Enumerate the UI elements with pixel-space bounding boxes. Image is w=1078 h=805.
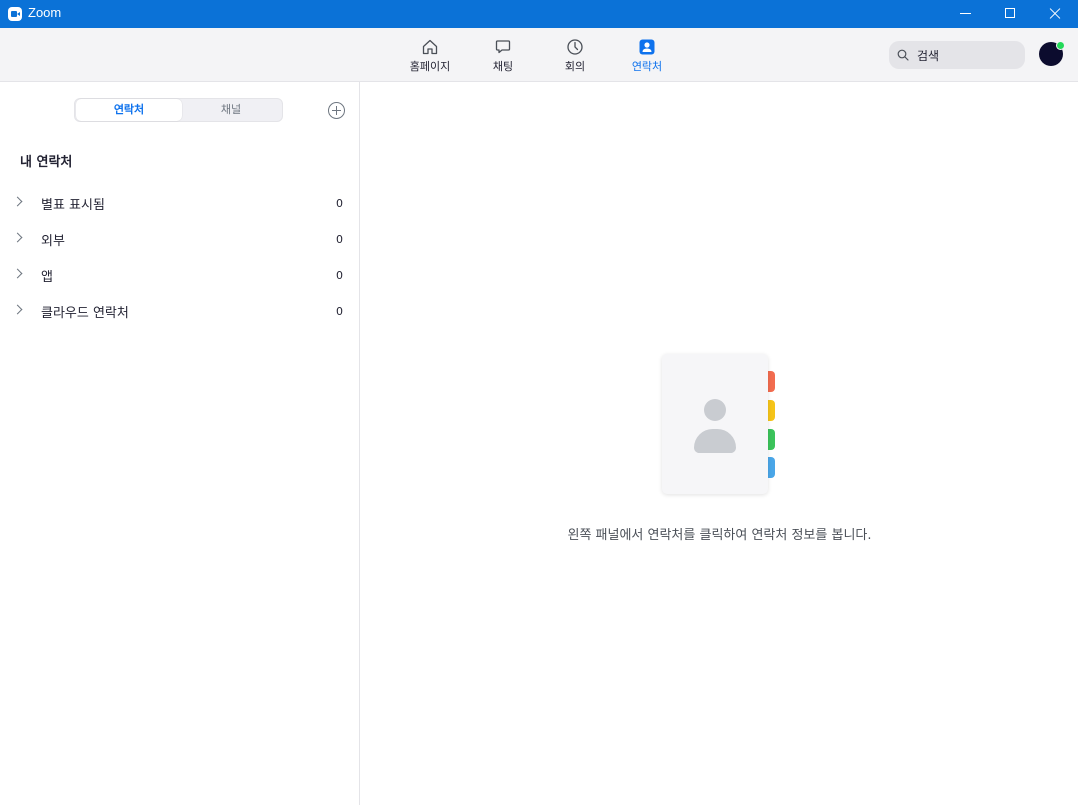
tab-chat[interactable]: 채팅	[471, 36, 535, 76]
chevron-right-icon	[12, 196, 23, 207]
chevron-right-icon	[12, 268, 23, 279]
maximize-button[interactable]	[987, 0, 1033, 28]
empty-state-message: 왼쪽 패널에서 연락처를 클릭하여 연락처 정보를 봅니다.	[567, 528, 872, 543]
add-contact-button[interactable]	[328, 102, 345, 119]
close-button[interactable]	[1032, 0, 1078, 28]
group-label: 클라우드 연락처	[41, 306, 129, 321]
tab-home[interactable]: 홈페이지	[398, 36, 462, 76]
person-icon	[704, 399, 726, 421]
tab-contacts-label: 연락처	[631, 60, 663, 73]
chevron-right-icon	[12, 232, 23, 243]
chevron-right-icon	[12, 304, 23, 315]
top-navigation: 홈페이지 채팅 회의 연락처 검색	[0, 28, 1078, 82]
title-bar: Zoom	[0, 0, 1078, 28]
search-input[interactable]: 검색	[889, 41, 1025, 69]
group-count: 0	[336, 305, 343, 318]
presence-indicator	[1056, 41, 1065, 50]
zoom-logo-icon	[8, 7, 22, 21]
minimize-icon	[960, 13, 971, 14]
address-book-icon	[662, 354, 775, 496]
group-label: 앱	[41, 270, 53, 285]
group-label: 별표 표시됨	[41, 198, 105, 213]
search-placeholder: 검색	[917, 49, 940, 63]
tab-meetings[interactable]: 회의	[543, 36, 607, 76]
tab-meetings-label: 회의	[564, 60, 586, 73]
tab-contacts[interactable]: 연락처	[615, 36, 679, 76]
group-count: 0	[336, 233, 343, 246]
contacts-channels-toggle: 연락처 채널	[74, 98, 283, 122]
minimize-button[interactable]	[943, 0, 989, 28]
home-icon	[422, 39, 438, 55]
avatar[interactable]	[1039, 41, 1065, 66]
group-row-starred[interactable]: 별표 표시됨 0	[0, 184, 360, 220]
search-icon	[897, 49, 909, 61]
tab-chat-label: 채팅	[492, 60, 514, 73]
contacts-sidebar: 연락처 채널 내 연락처 별표 표시됨 0 외부 0 앱 0 클라우드 연락처 …	[0, 82, 360, 805]
contacts-icon	[639, 39, 655, 55]
group-label: 외부	[41, 234, 65, 249]
tab-contacts-list[interactable]: 연락처	[76, 99, 182, 121]
tab-home-label: 홈페이지	[409, 60, 451, 73]
clock-icon	[567, 39, 583, 55]
group-row-cloud-contacts[interactable]: 클라우드 연락처 0	[0, 292, 360, 328]
group-count: 0	[336, 269, 343, 282]
group-row-external[interactable]: 외부 0	[0, 220, 360, 256]
group-row-apps[interactable]: 앱 0	[0, 256, 360, 292]
maximize-icon	[1005, 8, 1015, 18]
tab-channels[interactable]: 채널	[178, 99, 284, 121]
window-title: Zoom	[28, 5, 62, 20]
section-title: 내 연락처	[20, 155, 73, 170]
chat-icon	[495, 40, 511, 54]
contact-detail-pane: 왼쪽 패널에서 연락처를 클릭하여 연락처 정보를 봅니다.	[361, 82, 1078, 805]
group-count: 0	[336, 197, 343, 210]
